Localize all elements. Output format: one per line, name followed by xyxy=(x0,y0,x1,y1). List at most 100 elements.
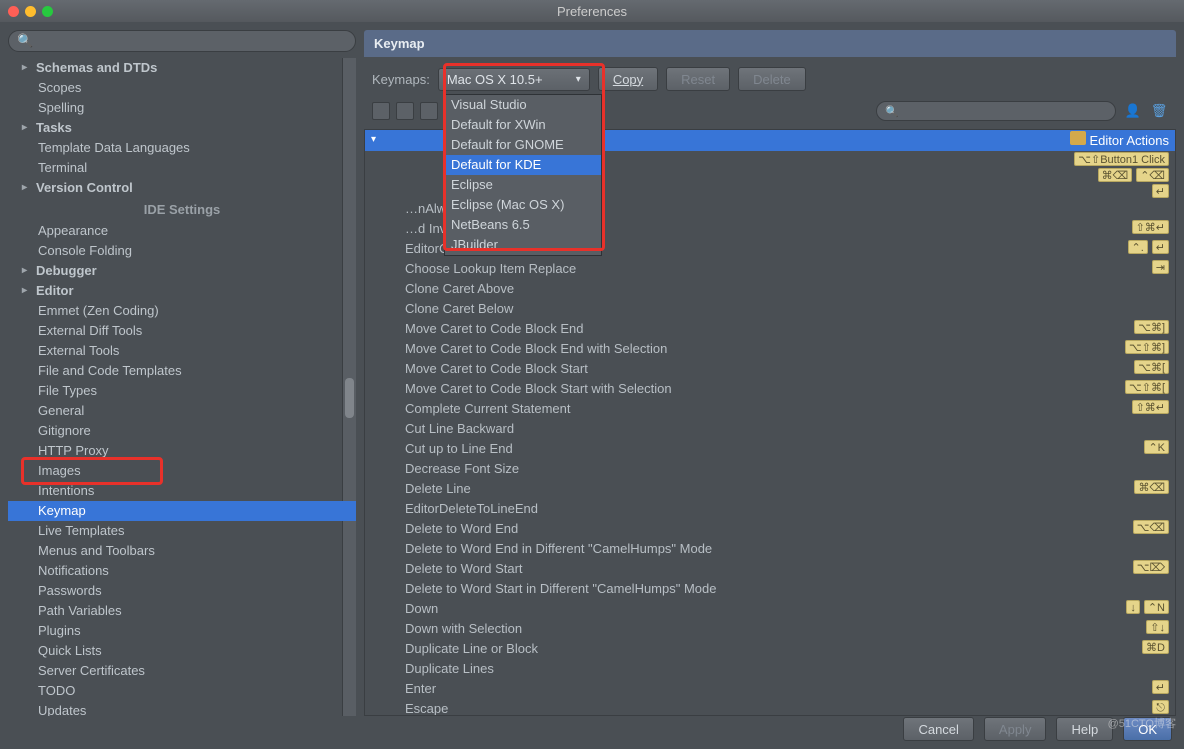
sidebar-item-console-folding[interactable]: Console Folding xyxy=(8,241,356,261)
sidebar-item-live-templates[interactable]: Live Templates xyxy=(8,521,356,541)
action-row[interactable]: Move Caret to Code Block End with Select… xyxy=(365,339,1175,359)
action-row[interactable]: Enter↵ xyxy=(365,679,1175,699)
action-row[interactable]: Delete Line⌘⌫ xyxy=(365,479,1175,499)
sidebar-item-appearance[interactable]: Appearance xyxy=(8,221,356,241)
shortcut: ⌥⇧Button1 Click xyxy=(1074,152,1169,166)
sidebar-item-updates[interactable]: Updates xyxy=(8,701,356,716)
dropdown-option[interactable]: Eclipse xyxy=(445,175,601,195)
sidebar-item-schemas-and-dtds[interactable]: Schemas and DTDs xyxy=(8,58,356,78)
expand-icon[interactable] xyxy=(372,102,390,120)
delete-button[interactable]: Delete xyxy=(738,67,806,91)
sidebar-item-notifications[interactable]: Notifications xyxy=(8,561,356,581)
action-name: Decrease Font Size xyxy=(405,460,519,478)
sidebar-item-terminal[interactable]: Terminal xyxy=(8,158,356,178)
dropdown-option[interactable]: Default for GNOME xyxy=(445,135,601,155)
sidebar-item-scopes[interactable]: Scopes xyxy=(8,78,356,98)
sidebar-item-plugins[interactable]: Plugins xyxy=(8,621,356,641)
sidebar-item-file-types[interactable]: File Types xyxy=(8,381,356,401)
close-icon[interactable] xyxy=(8,6,19,17)
sidebar-item-intentions[interactable]: Intentions xyxy=(8,481,356,501)
sidebar-item-emmet-zen-coding-[interactable]: Emmet (Zen Coding) xyxy=(8,301,356,321)
minimize-icon[interactable] xyxy=(25,6,36,17)
sidebar-item-debugger[interactable]: Debugger xyxy=(8,261,356,281)
sidebar-item-gitignore[interactable]: Gitignore xyxy=(8,421,356,441)
action-row[interactable]: Cut up to Line End⌃K xyxy=(365,439,1175,459)
zoom-icon[interactable] xyxy=(42,6,53,17)
sidebar-item-http-proxy[interactable]: HTTP Proxy xyxy=(8,441,356,461)
sidebar-search[interactable]: 🔍 xyxy=(8,30,356,52)
sidebar-item-general[interactable]: General xyxy=(8,401,356,421)
sidebar-item-keymap[interactable]: Keymap xyxy=(8,501,356,521)
search-input[interactable] xyxy=(33,34,347,49)
action-name: Complete Current Statement xyxy=(405,400,570,418)
dropdown-option[interactable]: Default for KDE xyxy=(445,155,601,175)
action-name: Duplicate Lines xyxy=(405,660,494,678)
sidebar-item-passwords[interactable]: Passwords xyxy=(8,581,356,601)
action-row[interactable]: Cut Line Backward xyxy=(365,419,1175,439)
cancel-button[interactable]: Cancel xyxy=(903,717,973,741)
sidebar-item-server-certificates[interactable]: Server Certificates xyxy=(8,661,356,681)
apply-button[interactable]: Apply xyxy=(984,717,1047,741)
sidebar-item-quick-lists[interactable]: Quick Lists xyxy=(8,641,356,661)
shortcut: ⌃K xyxy=(1144,440,1169,458)
dropdown-option[interactable]: JBuilder xyxy=(445,235,601,255)
action-row[interactable]: Delete to Word Start⌥⌦ xyxy=(365,559,1175,579)
sidebar-item-tasks[interactable]: Tasks xyxy=(8,118,356,138)
action-row[interactable]: Decrease Font Size xyxy=(365,459,1175,479)
action-row[interactable]: Delete to Word End⌥⌫ xyxy=(365,519,1175,539)
shortcut: ↓⌃N xyxy=(1126,600,1169,618)
action-row[interactable]: Clone Caret Below xyxy=(365,299,1175,319)
action-name: Choose Lookup Item Replace xyxy=(405,260,576,278)
shortcut: ↵ xyxy=(1152,184,1169,198)
tree-toolbar xyxy=(372,102,438,120)
action-row[interactable]: Duplicate Lines xyxy=(365,659,1175,679)
dropdown-option[interactable]: Default for XWin xyxy=(445,115,601,135)
action-row[interactable]: Complete Current Statement⇧⌘↵ xyxy=(365,399,1175,419)
reset-button[interactable]: Reset xyxy=(666,67,730,91)
action-row[interactable]: Delete to Word End in Different "CamelHu… xyxy=(365,539,1175,559)
action-name: Delete Line xyxy=(405,480,471,498)
action-row[interactable]: Down with Selection⇧↓ xyxy=(365,619,1175,639)
sidebar-item-editor[interactable]: Editor xyxy=(8,281,356,301)
shortcut: ⌥⌦ xyxy=(1133,560,1169,578)
copy-button[interactable]: Copy xyxy=(598,67,658,91)
sidebar-item-external-tools[interactable]: External Tools xyxy=(8,341,356,361)
edit-icon[interactable] xyxy=(420,102,438,120)
sidebar-item-menus-and-toolbars[interactable]: Menus and Toolbars xyxy=(8,541,356,561)
keymap-dropdown-popup[interactable]: Visual StudioDefault for XWinDefault for… xyxy=(444,94,602,256)
shortcut: ⌥⌫ xyxy=(1133,520,1169,538)
action-row[interactable]: Choose Lookup Item Replace⇥ xyxy=(365,259,1175,279)
sidebar-item-template-data-languages[interactable]: Template Data Languages xyxy=(8,138,356,158)
shortcut: ⌘D xyxy=(1142,640,1169,658)
action-row[interactable]: Escape⎋ xyxy=(365,699,1175,716)
action-search[interactable]: 🔍 xyxy=(876,101,1116,121)
dropdown-option[interactable]: Visual Studio xyxy=(445,95,601,115)
trash-icon[interactable]: 🗑 xyxy=(1150,102,1168,120)
action-row[interactable]: EditorDeleteToLineEnd xyxy=(365,499,1175,519)
help-button[interactable]: Help xyxy=(1056,717,1113,741)
action-row[interactable]: Move Caret to Code Block End⌥⌘] xyxy=(365,319,1175,339)
shortcut: ⌥⌘[ xyxy=(1134,360,1169,378)
sidebar-item-version-control[interactable]: Version Control xyxy=(8,178,356,198)
action-row[interactable]: Delete to Word Start in Different "Camel… xyxy=(365,579,1175,599)
dropdown-option[interactable]: NetBeans 6.5 xyxy=(445,215,601,235)
action-name: Clone Caret Below xyxy=(405,300,513,318)
sidebar-item-path-variables[interactable]: Path Variables xyxy=(8,601,356,621)
sidebar-item-file-and-code-templates[interactable]: File and Code Templates xyxy=(8,361,356,381)
action-row[interactable]: Duplicate Line or Block⌘D xyxy=(365,639,1175,659)
sidebar-item-spelling[interactable]: Spelling xyxy=(8,98,356,118)
find-shortcut-icon[interactable]: 👤 xyxy=(1124,102,1142,120)
dropdown-option[interactable]: Eclipse (Mac OS X) xyxy=(445,195,601,215)
action-row[interactable]: Down↓⌃N xyxy=(365,599,1175,619)
action-name: Delete to Word Start in Different "Camel… xyxy=(405,580,717,598)
window-controls[interactable] xyxy=(0,6,53,17)
action-row[interactable]: Clone Caret Above xyxy=(365,279,1175,299)
action-row[interactable]: Move Caret to Code Block Start⌥⌘[ xyxy=(365,359,1175,379)
sidebar-item-todo[interactable]: TODO xyxy=(8,681,356,701)
keymap-select[interactable]: Mac OS X 10.5+ xyxy=(438,68,590,91)
sidebar-item-images[interactable]: Images xyxy=(8,461,356,481)
settings-tree[interactable]: Schemas and DTDsScopesSpellingTasksTempl… xyxy=(8,58,356,716)
sidebar-item-external-diff-tools[interactable]: External Diff Tools xyxy=(8,321,356,341)
action-row[interactable]: Move Caret to Code Block Start with Sele… xyxy=(365,379,1175,399)
collapse-icon[interactable] xyxy=(396,102,414,120)
